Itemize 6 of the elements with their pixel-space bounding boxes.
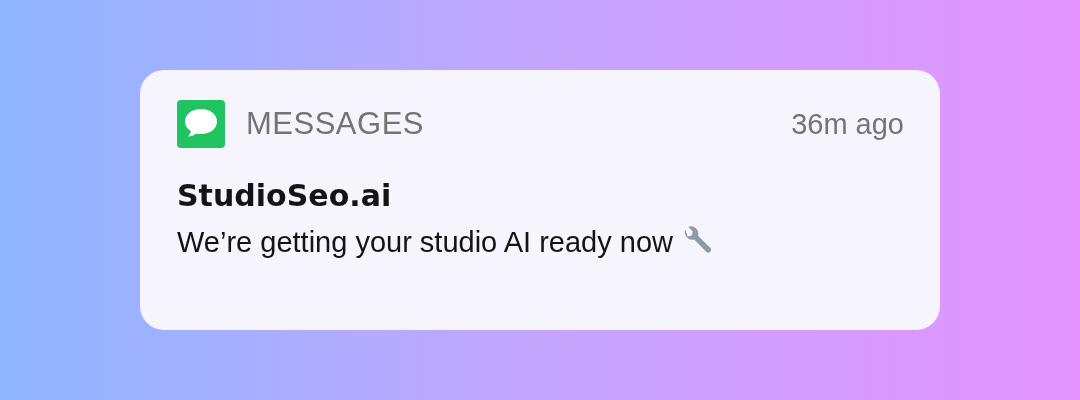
speech-bubble-icon: [177, 100, 225, 148]
notification-card[interactable]: MESSAGES 36m ago StudioSeo.ai We’re getting your studio AI ready now: [140, 70, 940, 330]
notification-message: We’re getting your studio AI ready now: [177, 225, 673, 259]
app-name: MESSAGES: [246, 106, 424, 142]
timestamp: 36m ago: [791, 107, 904, 141]
notification-title: StudioSeo.ai: [177, 178, 393, 213]
